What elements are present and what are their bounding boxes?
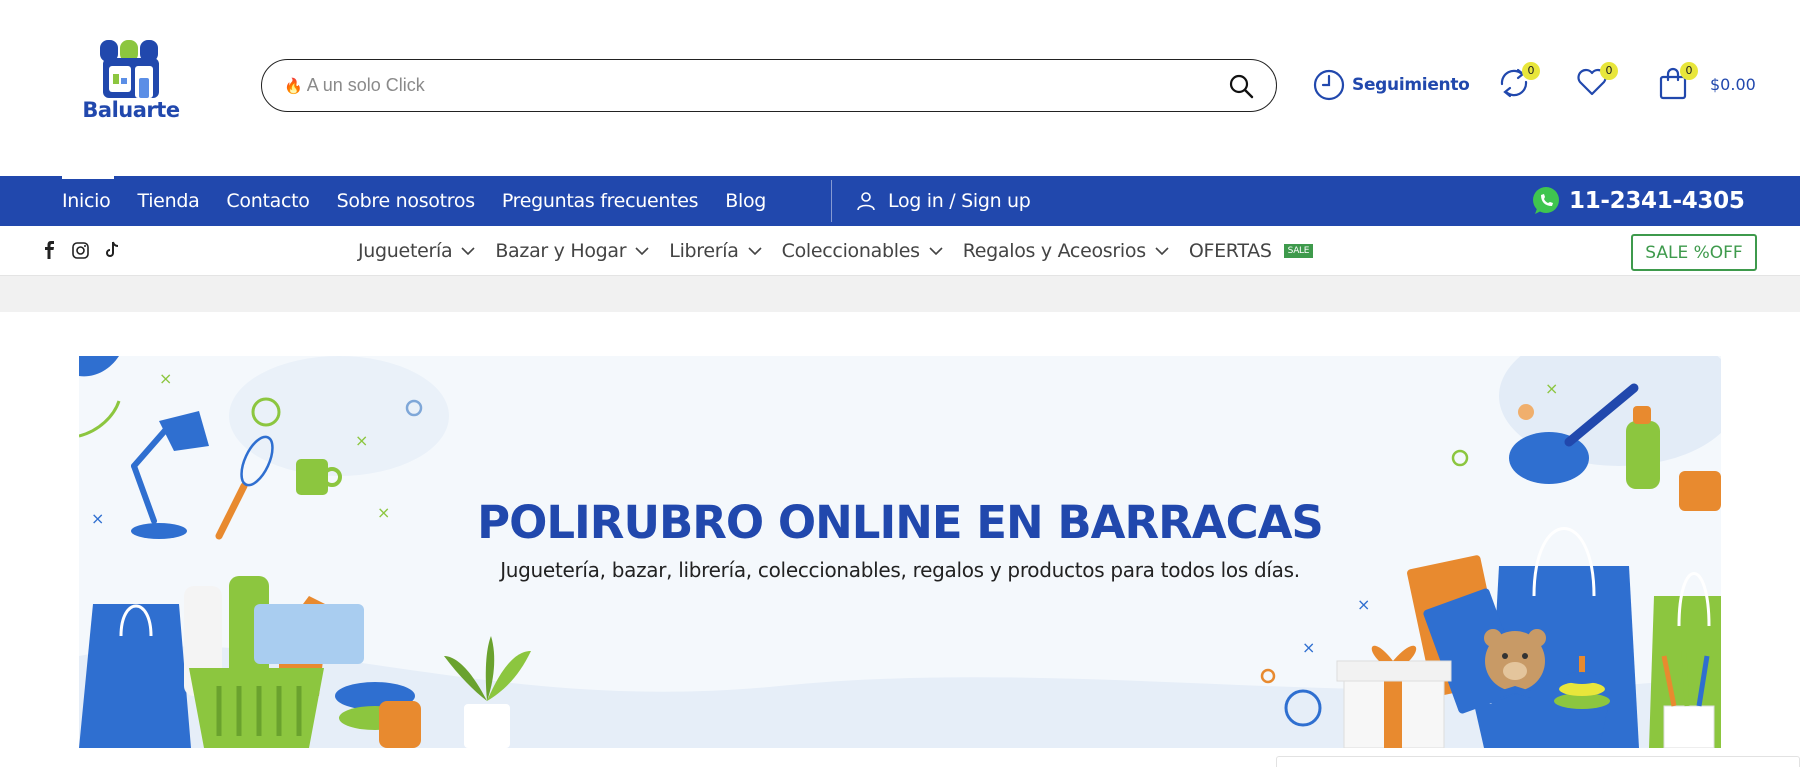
category-label: OFERTAS <box>1188 240 1272 262</box>
chevron-down-icon <box>1155 247 1169 255</box>
nav-item-tienda[interactable]: Tienda <box>137 190 199 212</box>
nav-links: Inicio Tienda Contacto Sobre nosotros Pr… <box>62 176 766 226</box>
search-icon[interactable] <box>1228 73 1254 99</box>
banner-illustration: × × × × × × × <box>79 356 1721 748</box>
chevron-down-icon <box>748 247 762 255</box>
svg-text:×: × <box>159 369 172 388</box>
compare-count-badge: 0 <box>1522 62 1540 80</box>
floating-widget-edge <box>1276 756 1800 767</box>
chevron-down-icon <box>635 247 649 255</box>
nav-item-inicio[interactable]: Inicio <box>62 190 111 212</box>
category-label: Juguetería <box>358 240 453 262</box>
hero-banner[interactable]: × × × × × × × POLIRUBRO ONLINE EN BARRAC… <box>79 356 1721 748</box>
category-bazar-hogar[interactable]: Bazar y Hogar <box>495 240 649 262</box>
chevron-down-icon <box>929 247 943 255</box>
wishlist-button[interactable]: 0 <box>1576 62 1618 102</box>
nav-item-preguntas-frecuentes[interactable]: Preguntas frecuentes <box>502 190 699 212</box>
sale-tag-badge: SALE <box>1283 244 1314 258</box>
phone-number: 11-2341-4305 <box>1569 188 1745 214</box>
svg-text:×: × <box>1302 638 1315 657</box>
category-label: Bazar y Hogar <box>495 240 627 262</box>
notice-strip <box>0 276 1800 312</box>
tracking-link[interactable]: Seguimiento <box>1313 69 1470 101</box>
tracking-label: Seguimiento <box>1352 75 1470 95</box>
category-regalos[interactable]: Regalos y Aceosrios <box>963 240 1169 262</box>
compare-button[interactable]: 0 <box>1498 62 1540 104</box>
svg-text:×: × <box>1357 595 1370 614</box>
category-jugueteria[interactable]: Juguetería <box>358 240 475 262</box>
sale-off-button[interactable]: SALE %OFF <box>1631 234 1757 271</box>
banner-subtitle: Juguetería, bazar, librería, coleccionab… <box>500 558 1300 582</box>
nav-item-blog[interactable]: Blog <box>725 190 766 212</box>
facebook-icon[interactable] <box>44 241 56 259</box>
category-label: Librería <box>669 240 739 262</box>
category-coleccionables[interactable]: Coleccionables <box>782 240 943 262</box>
nav-divider <box>831 180 832 222</box>
cart-total[interactable]: $0.00 <box>1710 75 1756 94</box>
cart-count-badge: 0 <box>1680 62 1698 80</box>
category-label: Coleccionables <box>781 240 920 262</box>
site-header: Baluarte 🔥 Seguimiento 0 0 <box>0 0 1800 176</box>
category-libreria[interactable]: Librería <box>669 240 762 262</box>
category-bar: Juguetería Bazar y Hogar Librería Colecc… <box>0 226 1800 276</box>
nav-item-sobre-nosotros[interactable]: Sobre nosotros <box>337 190 476 212</box>
flame-icon: 🔥 <box>284 76 303 95</box>
main-navigation: Inicio Tienda Contacto Sobre nosotros Pr… <box>0 176 1800 226</box>
wishlist-count-badge: 0 <box>1600 62 1618 80</box>
category-label: Regalos y Aceosrios <box>962 240 1146 262</box>
social-links <box>44 241 121 259</box>
search-input[interactable] <box>306 75 1228 96</box>
user-icon <box>857 192 875 211</box>
nav-item-contacto[interactable]: Contacto <box>226 190 309 212</box>
svg-text:×: × <box>355 431 368 450</box>
search-bar[interactable]: 🔥 <box>261 59 1277 112</box>
whatsapp-icon <box>1533 187 1559 214</box>
clock-icon <box>1313 69 1345 101</box>
chevron-down-icon <box>461 247 475 255</box>
category-ofertas[interactable]: OFERTAS SALE <box>1188 240 1314 262</box>
logo-text: Baluarte <box>82 98 180 122</box>
instagram-icon[interactable] <box>72 241 89 259</box>
whatsapp-phone-link[interactable]: 11-2341-4305 <box>1530 176 1745 226</box>
login-label: Log in / Sign up <box>888 190 1031 212</box>
banner-title: POLIRUBRO ONLINE EN BARRACAS <box>477 496 1324 549</box>
cart-button[interactable]: 0 <box>1658 62 1698 104</box>
svg-text:×: × <box>1545 379 1558 398</box>
category-menu: Juguetería Bazar y Hogar Librería Colecc… <box>358 226 1314 276</box>
tiktok-icon[interactable] <box>105 241 121 259</box>
login-link[interactable]: Log in / Sign up <box>856 176 1031 226</box>
